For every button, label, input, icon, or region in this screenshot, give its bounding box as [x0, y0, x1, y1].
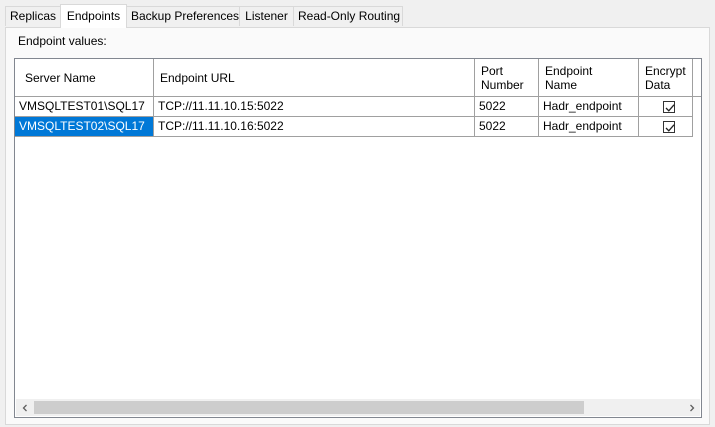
tab-endpoints[interactable]: Endpoints [60, 4, 127, 28]
cell-encrypt-data [639, 117, 693, 137]
column-header-port-number[interactable]: Port Number [475, 59, 539, 96]
endpoints-panel: Endpoint values: Server Name Endpoint UR… [5, 27, 710, 425]
encrypt-checkbox[interactable] [663, 101, 675, 113]
endpoints-grid: Server Name Endpoint URL Port Number End… [14, 58, 702, 418]
chevron-right-icon [689, 404, 694, 411]
cell-endpoint-url[interactable]: TCP://11.11.10.16:5022 [154, 117, 475, 137]
tab-listener[interactable]: Listener [239, 6, 294, 26]
tab-strip: Replicas Endpoints Backup Preferences Li… [0, 0, 715, 28]
cell-port-number[interactable]: 5022 [475, 117, 539, 137]
column-label: Endpoint URL [160, 70, 235, 85]
cell-endpoint-name[interactable]: Hadr_endpoint [539, 97, 639, 117]
encrypt-checkbox[interactable] [663, 121, 675, 133]
scrollbar-thumb[interactable] [34, 401, 584, 414]
column-label: Server Name [25, 70, 96, 85]
tab-replicas[interactable]: Replicas [5, 6, 61, 26]
cell-server-name[interactable]: VMSQLTEST01\SQL17 [15, 97, 154, 117]
column-header-encrypt-data[interactable]: Encrypt Data [639, 59, 693, 96]
column-header-endpoint-name[interactable]: Endpoint Name [539, 59, 639, 96]
panel-caption: Endpoint values: [18, 34, 107, 48]
cell-endpoint-url[interactable]: TCP://11.11.10.15:5022 [154, 97, 475, 117]
tab-backup-preferences[interactable]: Backup Preferences [126, 6, 240, 26]
cell-encrypt-data [639, 97, 693, 117]
grid-header: Server Name Endpoint URL Port Number End… [15, 59, 701, 97]
column-label: Port Number [481, 63, 524, 92]
tab-read-only-routing[interactable]: Read-Only Routing [293, 6, 403, 26]
column-header-endpoint-url[interactable]: Endpoint URL [154, 59, 475, 96]
checkmark-icon [665, 124, 675, 132]
checkmark-icon [665, 104, 675, 112]
scroll-right-button[interactable] [683, 399, 700, 416]
column-label: Endpoint Name [545, 63, 593, 92]
table-row[interactable]: VMSQLTEST02\SQL17 TCP://11.11.10.16:5022… [15, 117, 701, 137]
scroll-left-button[interactable] [16, 399, 33, 416]
cell-port-number[interactable]: 5022 [475, 97, 539, 117]
table-row[interactable]: VMSQLTEST01\SQL17 TCP://11.11.10.15:5022… [15, 97, 701, 117]
column-header-server-name[interactable]: Server Name [15, 59, 154, 96]
chevron-left-icon [22, 404, 27, 411]
cell-server-name[interactable]: VMSQLTEST02\SQL17 [15, 117, 154, 137]
horizontal-scrollbar[interactable] [16, 399, 700, 416]
column-label: Encrypt Data [645, 63, 686, 92]
cell-endpoint-name[interactable]: Hadr_endpoint [539, 117, 639, 137]
